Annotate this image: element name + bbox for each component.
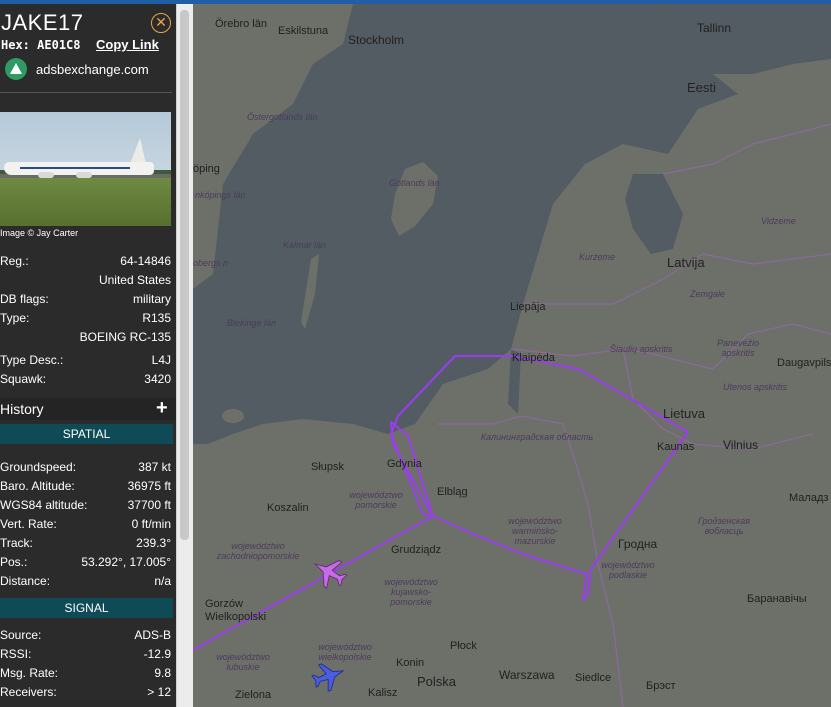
map-label-blekinge: Blekinge län [227, 318, 277, 328]
copy-link-button[interactable]: Copy Link [96, 37, 159, 52]
map-label-kaliningrad: Калининградская область [480, 432, 594, 442]
map-label-zemgale: Zemgale [690, 289, 726, 299]
map-label-siauliu: Šiaulių apskritis [610, 344, 673, 354]
map-label-eesti: Eesti [687, 80, 716, 95]
map-label-grudziadz: Grudziądz [391, 544, 442, 556]
adsbexchange-logo-icon[interactable] [5, 58, 27, 80]
map-label-panevezio: Panevėžio apskritis [716, 338, 760, 358]
map-label-warminsko: województwo warmińsko-mazurskie [508, 516, 562, 546]
map-label-jonkopings: nköpings län [195, 190, 246, 200]
map-label-kaunas: Kaunas [657, 441, 695, 453]
map-view[interactable]: Örebro län Eskilstuna Stockholm Tallinn … [193, 4, 831, 707]
map-label-kujawsko: województwo kujawsko-pomorskie [384, 577, 438, 607]
bornholm-island [222, 409, 244, 423]
map-label-orebro: Örebro län [215, 18, 267, 30]
map-label-zachodniopomorskie: województwo zachodniopomorskie [216, 541, 300, 561]
map-label-zielona: Zielona [235, 689, 272, 701]
map-label-kalmar: Kalmar län [283, 240, 327, 250]
map-label-brest: Брэст [646, 680, 676, 692]
map-label-utenos: Utenos apskritis [723, 382, 788, 392]
spatial-section-header: SPATIAL [0, 424, 173, 444]
map-label-warszawa: Warszawa [499, 668, 555, 682]
map-label-plock: Płock [450, 640, 477, 652]
map-label-siedlce: Siedlce [575, 672, 612, 684]
map-label-liepaja: Liepāja [510, 301, 546, 313]
history-toggle[interactable]: History + [0, 397, 176, 420]
map-label-elblag: Elbląg [437, 486, 468, 498]
history-label: History [0, 401, 44, 417]
callsign-title: JAKE17 [1, 10, 84, 35]
map-label-daugavpils: Daugavpils [777, 357, 831, 369]
map-label-eskilstuna: Eskilstuna [278, 25, 329, 37]
map-label-kurzeme: Kurzeme [579, 252, 616, 262]
map-label-kalisz: Kalisz [368, 687, 398, 699]
map-label-klaipeda: Klaipėda [512, 352, 555, 364]
adsbexchange-link[interactable]: adsbexchange.com [36, 62, 149, 77]
close-button[interactable]: ✕ [151, 13, 171, 33]
map-label-gdynia: Gdynia [387, 458, 422, 470]
map-label-gorzow: Gorzów Wielkopolski [205, 598, 267, 623]
map-label-tallinn: Tallinn [697, 21, 732, 35]
map-label-vilnius: Vilnius [723, 438, 759, 452]
map-label-ostergotlands: Östergotlands län [247, 112, 318, 122]
map-label-pomorskie: województwo pomorskie [349, 490, 403, 510]
aircraft-photo[interactable] [0, 112, 171, 226]
map-label-malad: Маладз [789, 492, 829, 504]
map-label-kronobergs: obergs n [193, 258, 229, 268]
sidebar-scrollbar-thumb[interactable] [180, 10, 189, 540]
map-label-grodno: Гродна [618, 537, 658, 551]
aircraft-info-sidebar: JAKE17 ✕ Hex: AE01C8 Copy Link adsbexcha… [0, 4, 176, 707]
map-label-wielkopolskie: województwo wielkopolskie [318, 642, 372, 662]
map-label-koszalin: Koszalin [267, 502, 309, 514]
map-label-gotlands: Gotlands län [389, 178, 440, 188]
map-label-baranavichy: Баранавічы [747, 593, 807, 605]
map-label-slupsk: Słupsk [311, 461, 345, 473]
map-label-polska: Polska [417, 674, 457, 689]
map-label-lubuskie: województwo lubuskie [216, 652, 270, 672]
hex-code: Hex: AE01C8 [1, 38, 81, 52]
map-label-vidzeme: Vidzeme [761, 216, 796, 226]
close-icon: ✕ [155, 14, 167, 30]
divider [0, 92, 172, 93]
map-label-oping: öping [193, 163, 220, 175]
map-label-podlaskie: województwo podlaskie [601, 560, 655, 580]
map-label-latvija: Latvija [667, 255, 705, 270]
map-label-grodzenskaya: Гродзенская вобласць [697, 516, 751, 536]
expand-plus-icon[interactable]: + [156, 397, 168, 420]
map-label-stockholm: Stockholm [348, 33, 405, 47]
map-label-lietuva: Lietuva [663, 406, 705, 421]
map-label-konin: Konin [396, 657, 425, 669]
signal-section-header: SIGNAL [0, 598, 173, 618]
photo-credit: Image © Jay Carter [0, 228, 79, 238]
